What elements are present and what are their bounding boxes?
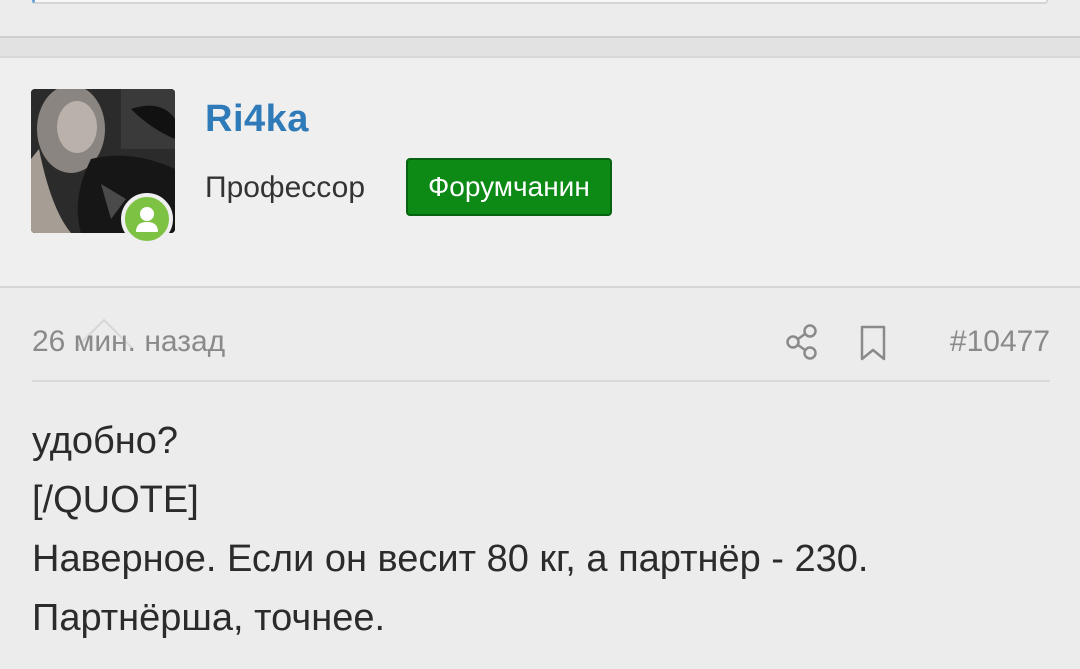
post-author-header: Ri4ka Профессор Форумчанин <box>0 58 1080 348</box>
role-badge: Форумчанин <box>406 158 612 216</box>
post-timestamp[interactable]: 26 мин. назад <box>32 325 225 359</box>
user-rank-title: Профессор <box>205 171 366 204</box>
post-meta-bar: 26 мин. назад #10477 <box>32 288 1050 382</box>
post-line: [/QUOTE] <box>32 479 199 521</box>
share-icon[interactable] <box>784 322 820 362</box>
previous-quote-box <box>32 0 1048 4</box>
user-online-icon <box>136 207 158 232</box>
post-line: Партнёрша, точнее. <box>32 597 386 639</box>
post-content: удобно? [/QUOTE] Наверное. Если он весит… <box>32 412 1052 648</box>
post-divider <box>0 36 1080 58</box>
post-number-link[interactable]: #10477 <box>950 325 1050 359</box>
username-link[interactable]: Ri4ka <box>205 98 309 141</box>
forum-post-page: Ri4ka Профессор Форумчанин 26 мин. назад… <box>0 0 1080 669</box>
bookmark-icon[interactable] <box>858 324 888 362</box>
previous-post-remnant <box>0 0 1080 36</box>
online-status-badge <box>121 193 173 245</box>
post-line: Наверное. Если он весит 80 кг, а партнёр… <box>32 538 869 580</box>
post-line: удобно? <box>32 420 179 462</box>
